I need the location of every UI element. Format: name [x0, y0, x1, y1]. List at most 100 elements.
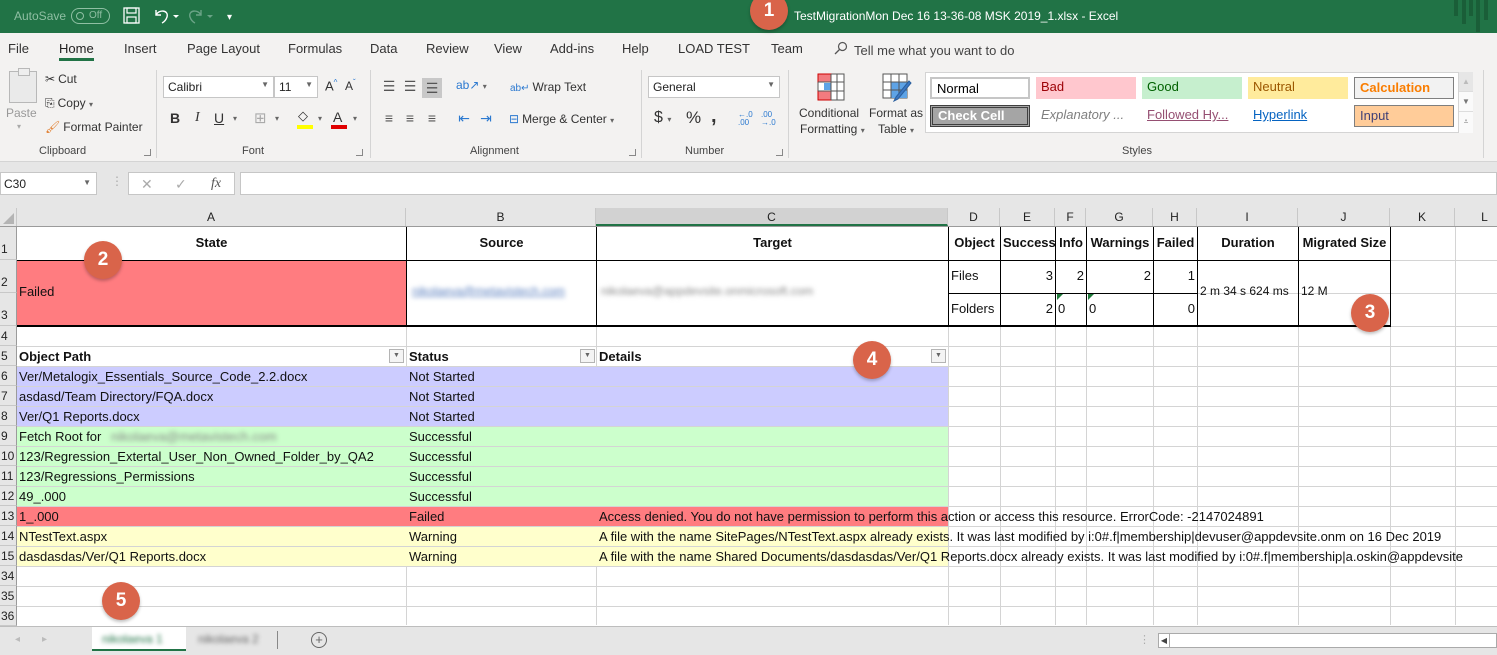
scroll-left-icon[interactable]: ◀ [1159, 634, 1170, 647]
increase-decimal-button[interactable]: ←.0.00 [738, 111, 753, 127]
styles-gallery-scroll[interactable]: ▲ ▼ ⩡ [1458, 72, 1473, 133]
currency-button[interactable]: $ ▾ [654, 109, 671, 127]
sheet-tab[interactable]: nikolaeva 2 [188, 627, 276, 651]
scroll-down-icon[interactable]: ▼ [1459, 92, 1473, 112]
align-center-button[interactable]: ≡ [400, 108, 420, 128]
fill-color-dropdown-icon[interactable]: ▾ [318, 114, 322, 123]
row-header[interactable]: 2 [0, 260, 17, 293]
tab-help[interactable]: Help [622, 41, 649, 56]
select-all-button[interactable] [0, 208, 17, 226]
column-header-l[interactable]: L [1455, 208, 1497, 226]
scroll-up-icon[interactable]: ▲ [1459, 72, 1473, 92]
decrease-indent-button[interactable]: ⇤ [454, 108, 474, 128]
row-header[interactable]: 3 [0, 293, 17, 326]
underline-button[interactable]: U [214, 110, 224, 126]
tab-view[interactable]: View [494, 41, 522, 56]
tab-review[interactable]: Review [426, 41, 469, 56]
dialog-launcher-icon[interactable] [356, 149, 363, 156]
error-indicator-icon[interactable] [1088, 294, 1094, 300]
style-normal[interactable]: Normal [930, 77, 1030, 99]
column-header-d[interactable]: D [948, 208, 1000, 226]
tab-team[interactable]: Team [771, 41, 803, 56]
increase-font-size-button[interactable]: A^ [325, 78, 337, 93]
filter-dropdown-icon[interactable]: ▼ [580, 349, 595, 363]
gallery-expand-icon[interactable]: ⩡ [1459, 112, 1473, 132]
tab-formulas[interactable]: Formulas [288, 41, 342, 56]
style-hyperlink[interactable]: Hyperlink [1248, 105, 1348, 127]
row-header[interactable]: 14 [0, 526, 17, 546]
row-header[interactable]: 10 [0, 446, 17, 466]
style-good[interactable]: Good [1142, 77, 1242, 99]
dialog-launcher-icon[interactable] [776, 149, 783, 156]
merge-center-button[interactable]: ⊟ Merge & Center ▾ [509, 112, 614, 126]
column-header-k[interactable]: K [1390, 208, 1455, 226]
style-followed-hyperlink[interactable]: Followed Hy... [1142, 105, 1242, 127]
middle-align-button[interactable]: ☰ [400, 76, 420, 96]
tab-data[interactable]: Data [370, 41, 397, 56]
font-color-dropdown-icon[interactable]: ▾ [353, 114, 357, 123]
align-right-button[interactable]: ≡ [422, 108, 442, 128]
bottom-align-button[interactable]: ☰ [422, 78, 442, 98]
row-header[interactable]: 36 [0, 606, 17, 626]
error-indicator-icon[interactable] [1057, 294, 1063, 300]
sheet-tab[interactable]: nikolaeva 1 [92, 627, 186, 651]
fill-color-button[interactable]: ◇ [298, 108, 308, 124]
column-header-c[interactable]: C [596, 208, 948, 226]
column-header-i[interactable]: I [1197, 208, 1298, 226]
row-header[interactable]: 13 [0, 506, 17, 526]
top-align-button[interactable]: ☰ [379, 76, 399, 96]
row-header[interactable]: 7 [0, 386, 17, 406]
row-header[interactable]: 11 [0, 466, 17, 486]
row-header[interactable]: 6 [0, 366, 17, 386]
style-check-cell[interactable]: Check Cell [930, 105, 1030, 127]
align-left-button[interactable]: ≡ [379, 108, 399, 128]
style-explanatory[interactable]: Explanatory ... [1036, 105, 1136, 127]
sheet-nav-next-icon[interactable]: ▸ [42, 634, 47, 645]
increase-indent-button[interactable]: ⇥ [476, 108, 496, 128]
style-bad[interactable]: Bad [1036, 77, 1136, 99]
dialog-launcher-icon[interactable] [144, 149, 151, 156]
worksheet-grid[interactable]: State Source Target Failed nikolaeva@met… [17, 227, 1497, 625]
format-as-table-button[interactable]: Format as Table ▾ [869, 70, 925, 136]
filter-dropdown-icon[interactable]: ▼ [389, 349, 404, 363]
borders-button[interactable]: ⊞ [254, 109, 267, 127]
tab-insert[interactable]: Insert [124, 41, 157, 56]
style-calculation[interactable]: Calculation [1354, 77, 1454, 99]
row-header[interactable]: 5 [0, 346, 17, 366]
column-header-g[interactable]: G [1086, 208, 1153, 226]
orientation-button[interactable]: ab↗ ▾ [456, 78, 487, 92]
conditional-formatting-button[interactable]: Conditional Formatting ▾ [799, 70, 865, 136]
style-input[interactable]: Input [1354, 105, 1454, 127]
customize-toolbar-icon[interactable]: ▾ [227, 9, 232, 27]
wrap-text-button[interactable]: ab↵ Wrap Text [510, 80, 586, 94]
comma-style-button[interactable]: , [711, 105, 717, 128]
undo-icon[interactable] [153, 7, 179, 30]
copy-button[interactable]: ⎘ Copy ▾ [45, 96, 93, 111]
column-header-e[interactable]: E [1000, 208, 1055, 226]
enter-icon[interactable]: ✓ [175, 176, 187, 193]
row-header[interactable]: 15 [0, 546, 17, 566]
tab-load-test[interactable]: LOAD TEST [678, 41, 750, 56]
add-sheet-button[interactable]: + [311, 632, 327, 648]
font-size-select[interactable]: 11 ▼ [274, 76, 318, 98]
row-header[interactable]: 4 [0, 326, 17, 346]
number-format-select[interactable]: General ▼ [648, 76, 780, 98]
borders-dropdown-icon[interactable]: ▾ [275, 114, 279, 123]
save-icon[interactable] [123, 7, 140, 29]
filter-dropdown-icon[interactable]: ▼ [931, 349, 946, 363]
autosave-toggle[interactable]: Off [71, 8, 110, 24]
formula-bar-splitter[interactable]: ⋮ [111, 174, 123, 188]
format-painter-button[interactable]: 🖌 Format Painter [45, 120, 143, 134]
row-header[interactable]: 8 [0, 406, 17, 426]
decrease-decimal-button[interactable]: .00 →.0 [761, 111, 776, 127]
font-color-button[interactable]: A [333, 109, 342, 125]
row-header[interactable]: 34 [0, 566, 17, 586]
insert-function-button[interactable]: fx [211, 176, 221, 192]
tab-home[interactable]: Home [59, 41, 94, 61]
bold-button[interactable]: B [170, 110, 180, 126]
italic-button[interactable]: I [195, 110, 200, 126]
formula-input[interactable] [240, 172, 1497, 195]
tab-file[interactable]: File [8, 41, 29, 56]
percent-button[interactable]: % [686, 108, 701, 128]
decrease-font-size-button[interactable]: Aˇ [345, 78, 356, 93]
